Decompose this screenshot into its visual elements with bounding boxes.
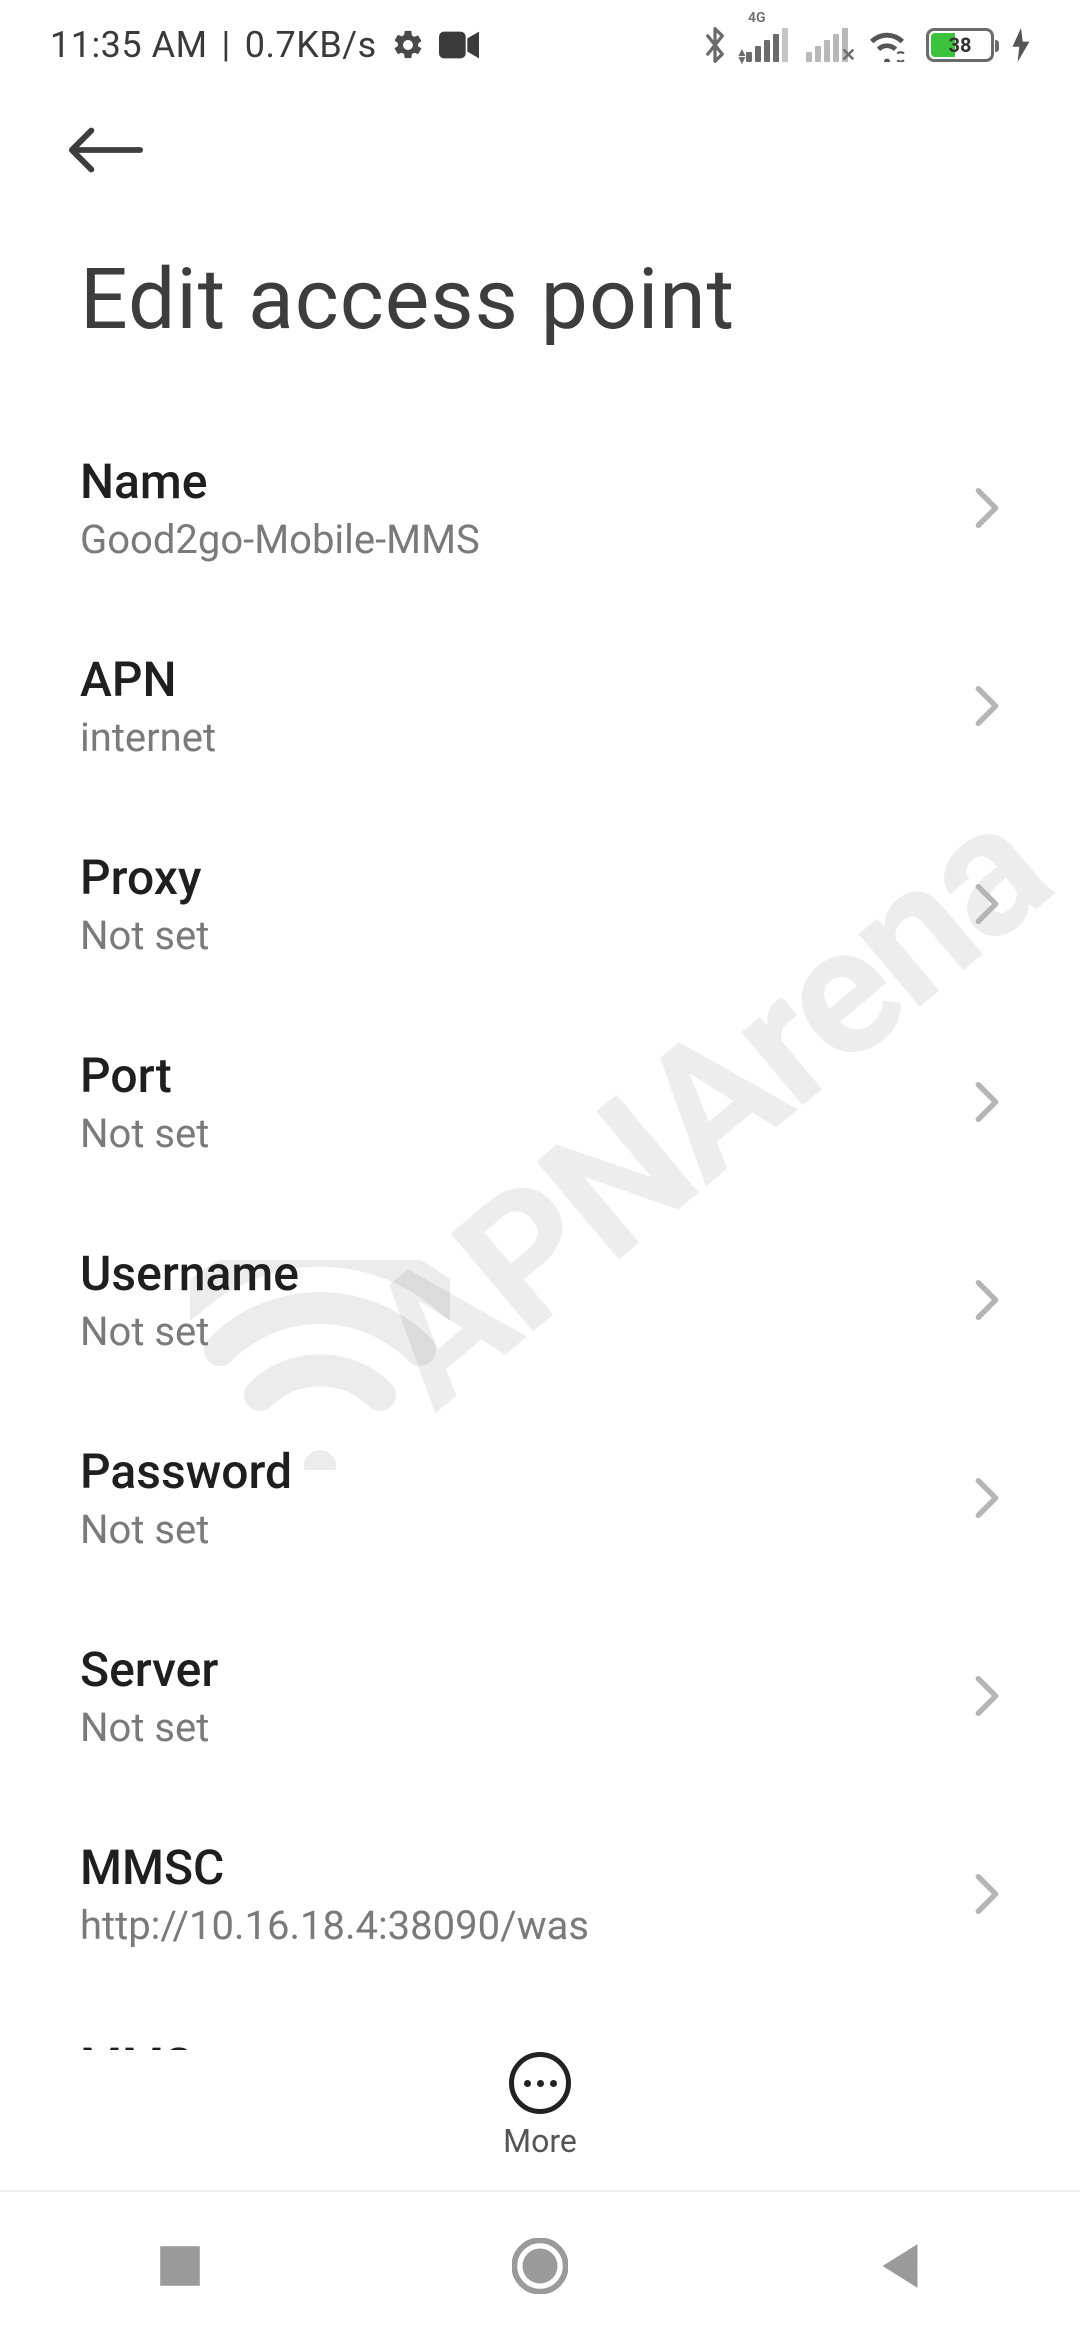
- status-bar: 11:35 AM | 0.7KB/s 4G ▲▼ ✕ 38: [0, 0, 1080, 90]
- item-port[interactable]: Port Not set: [0, 1003, 1080, 1201]
- item-label: Name: [80, 453, 480, 510]
- item-value: Not set: [80, 1110, 209, 1157]
- toolbar: [0, 90, 1080, 210]
- signal-x-icon: ✕: [841, 45, 856, 66]
- nav-recent-button[interactable]: [80, 2244, 280, 2288]
- nav-home-button[interactable]: [440, 2238, 640, 2294]
- item-value: internet: [80, 714, 216, 761]
- triangle-left-icon: [878, 2242, 922, 2290]
- item-label: MMS proxy: [80, 2037, 323, 2050]
- item-mms-proxy[interactable]: MMS proxy 10.16.18.77: [0, 1993, 1080, 2050]
- item-label: Port: [80, 1047, 209, 1104]
- status-left: 11:35 AM | 0.7KB/s: [50, 24, 479, 66]
- item-value: Not set: [80, 1308, 299, 1355]
- item-value: http://10.16.18.4:38090/was: [80, 1902, 589, 1949]
- item-label: MMSC: [80, 1839, 589, 1896]
- wifi-icon: [866, 28, 908, 62]
- item-value: Good2go-Mobile-MMS: [80, 516, 480, 563]
- battery-icon: 38: [926, 28, 994, 62]
- back-button[interactable]: [60, 105, 150, 195]
- more-icon: [509, 2052, 571, 2114]
- bluetooth-icon: [702, 25, 728, 65]
- signal-arrows-icon: ▲▼: [736, 48, 748, 64]
- chevron-right-icon: [974, 1080, 1000, 1124]
- item-label: Proxy: [80, 849, 209, 906]
- status-time: 11:35 AM: [50, 24, 208, 66]
- item-value: Not set: [80, 1704, 218, 1751]
- chevron-right-icon: [974, 684, 1000, 728]
- item-name[interactable]: Name Good2go-Mobile-MMS: [0, 409, 1080, 607]
- circle-icon: [512, 2238, 568, 2294]
- chevron-right-icon: [974, 1476, 1000, 1520]
- settings-list: Name Good2go-Mobile-MMS APN internet Pro…: [0, 409, 1080, 2050]
- gear-icon: [391, 28, 425, 62]
- battery-text: 38: [949, 33, 972, 57]
- signal-sim2: ✕: [806, 28, 848, 62]
- charging-icon: [1012, 28, 1030, 62]
- item-server[interactable]: Server Not set: [0, 1597, 1080, 1795]
- item-proxy[interactable]: Proxy Not set: [0, 805, 1080, 1003]
- item-apn[interactable]: APN internet: [0, 607, 1080, 805]
- status-rate: 0.7KB/s: [245, 24, 377, 66]
- item-mmsc[interactable]: MMSC http://10.16.18.4:38090/was: [0, 1795, 1080, 1993]
- chevron-right-icon: [974, 1674, 1000, 1718]
- item-label: APN: [80, 651, 216, 708]
- square-icon: [158, 2244, 202, 2288]
- page-title: Edit access point: [0, 210, 1080, 409]
- nav-back-button[interactable]: [800, 2242, 1000, 2290]
- nav-bar: [0, 2190, 1080, 2340]
- chevron-right-icon: [974, 882, 1000, 926]
- chevron-right-icon: [974, 1872, 1000, 1916]
- chevron-right-icon: [974, 486, 1000, 530]
- status-sep: |: [222, 24, 231, 66]
- item-label: Server: [80, 1641, 218, 1698]
- signal-sim1: 4G ▲▼: [746, 28, 788, 62]
- more-button[interactable]: More: [0, 2052, 1080, 2160]
- item-label: Username: [80, 1245, 299, 1302]
- video-icon: [439, 31, 479, 59]
- more-label: More: [503, 2122, 577, 2160]
- chevron-right-icon: [974, 1278, 1000, 1322]
- item-value: Not set: [80, 912, 209, 959]
- item-label: Password: [80, 1443, 292, 1500]
- item-username[interactable]: Username Not set: [0, 1201, 1080, 1399]
- item-value: Not set: [80, 1506, 292, 1553]
- status-right: 4G ▲▼ ✕ 38: [702, 25, 1030, 65]
- arrow-left-icon: [66, 125, 144, 175]
- signal-4g-label: 4G: [748, 10, 766, 26]
- item-password[interactable]: Password Not set: [0, 1399, 1080, 1597]
